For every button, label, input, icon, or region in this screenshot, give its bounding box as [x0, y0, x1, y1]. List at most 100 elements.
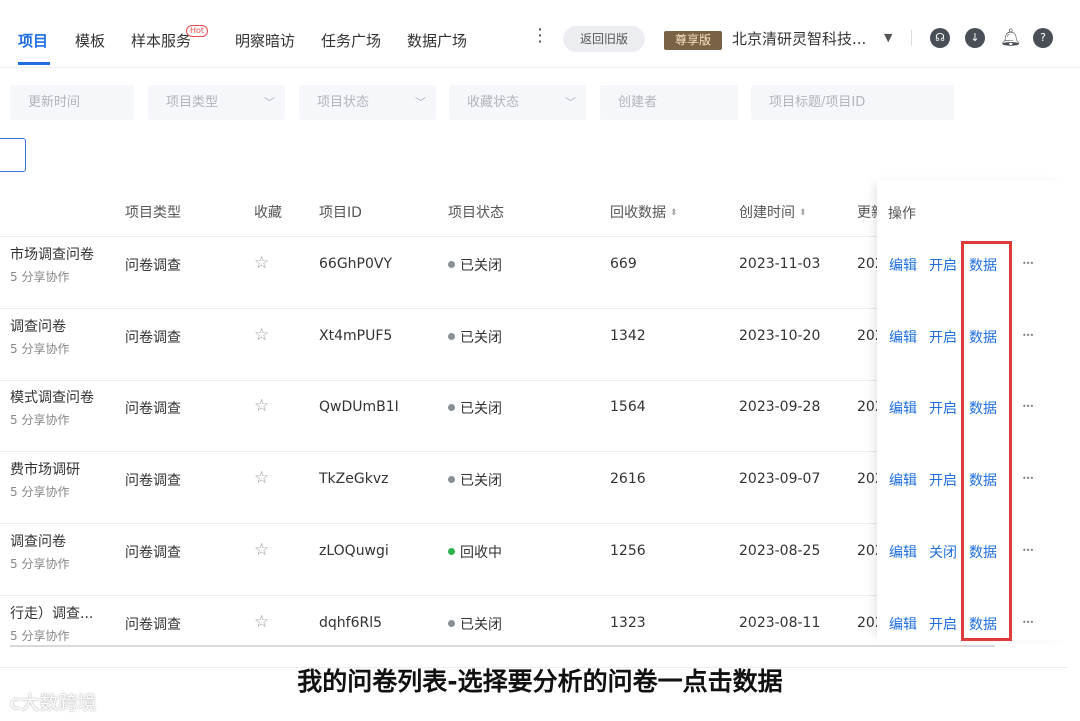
status-text: 已关闭 — [460, 617, 502, 633]
toggle-link[interactable]: 关闭 — [929, 542, 957, 562]
help-icon[interactable]: ? — [1033, 28, 1053, 48]
collected-count: 1564 — [610, 399, 646, 415]
company-selector[interactable]: 北京清研灵智科技... — [732, 28, 866, 49]
old-version-button[interactable]: 返回旧版 — [563, 26, 645, 52]
project-title[interactable]: 调查问卷 — [10, 316, 66, 336]
more-horizontal-icon[interactable]: ••• — [1022, 331, 1034, 340]
project-id: dqhf6Rl5 — [319, 615, 383, 631]
project-status-select[interactable]: 项目状态 ﹀ — [299, 85, 436, 120]
edit-link[interactable]: 编辑 — [889, 470, 917, 490]
th-collect: 收藏 — [254, 205, 282, 221]
chevron-down-icon: ﹀ — [415, 96, 426, 109]
nav-tab-mystery-visit[interactable]: 明察暗访 — [235, 30, 295, 51]
caret-down-icon[interactable]: ▼ — [884, 31, 892, 44]
sort-icon[interactable]: ⬍ — [670, 208, 678, 218]
created-date: 2023-11-03 — [739, 256, 821, 272]
headset-icon[interactable]: ☊ — [930, 28, 950, 48]
share-collab-label: 5 分享协作 — [10, 270, 70, 284]
status-dot-icon — [448, 620, 455, 627]
updated-date: 202 — [857, 543, 877, 559]
created-date: 2023-10-20 — [739, 328, 821, 344]
status-dot-icon — [448, 404, 455, 411]
star-icon[interactable]: ☆ — [254, 468, 269, 488]
nav-tab-projects[interactable]: 项目 — [18, 30, 48, 51]
caption: 我的问卷列表-选择要分析的问卷一点击数据 — [297, 667, 783, 696]
download-icon[interactable]: ↓ — [965, 28, 985, 48]
chevron-down-icon: ﹀ — [264, 96, 275, 109]
nav-tab-templates[interactable]: 模板 — [75, 30, 105, 51]
more-horizontal-icon[interactable]: ••• — [1022, 259, 1034, 268]
edit-link[interactable]: 编辑 — [889, 327, 917, 347]
updated-date: 202 — [857, 328, 877, 344]
active-tab-underline — [18, 62, 50, 65]
project-id: TkZeGkvz — [319, 471, 389, 487]
status-text: 已关闭 — [460, 473, 502, 489]
status-dot-icon — [448, 261, 455, 268]
th-collected-data-label: 回收数据 — [610, 205, 666, 221]
update-time-filter[interactable]: 更新时间 — [10, 85, 134, 120]
more-vertical-icon[interactable]: ⋮ — [531, 27, 549, 45]
status-dot-icon — [448, 476, 455, 483]
star-icon[interactable]: ☆ — [254, 325, 269, 345]
status-badge: 回收中 — [448, 542, 502, 562]
share-collab-label: 5 分享协作 — [10, 629, 70, 643]
th-collected-data[interactable]: 回收数据 ⬍ — [610, 202, 678, 222]
toggle-link[interactable]: 开启 — [929, 327, 957, 347]
title-search-input[interactable]: 项目标题/项目ID — [751, 85, 954, 120]
th-project-status: 项目状态 — [448, 205, 504, 221]
project-title[interactable]: 费市场调研 — [10, 459, 80, 479]
project-title[interactable]: 调查问卷 — [10, 531, 66, 551]
edit-link[interactable]: 编辑 — [889, 398, 917, 418]
status-badge: 已关闭 — [448, 327, 502, 347]
toggle-link[interactable]: 开启 — [929, 398, 957, 418]
more-horizontal-icon[interactable]: ••• — [1022, 546, 1034, 555]
project-id: 66GhP0VY — [319, 256, 393, 272]
toggle-link[interactable]: 开启 — [929, 470, 957, 490]
collected-count: 1256 — [610, 543, 646, 559]
creator-input-placeholder: 创建者 — [618, 95, 658, 110]
share-collab-label: 5 分享协作 — [10, 485, 70, 499]
nav-tab-data-square[interactable]: 数据广场 — [407, 30, 467, 51]
th-project-type: 项目类型 — [125, 205, 181, 221]
edit-link[interactable]: 编辑 — [889, 614, 917, 634]
star-icon[interactable]: ☆ — [254, 396, 269, 416]
status-text: 已关闭 — [460, 330, 502, 346]
edit-link[interactable]: 编辑 — [889, 255, 917, 275]
more-horizontal-icon[interactable]: ••• — [1022, 618, 1034, 627]
share-collab-label: 5 分享协作 — [10, 413, 70, 427]
star-icon[interactable]: ☆ — [254, 540, 269, 560]
project-title[interactable]: 模式调查问卷 — [10, 387, 94, 407]
star-icon[interactable]: ☆ — [254, 253, 269, 273]
th-actions: 操作 — [888, 206, 916, 222]
creator-input[interactable]: 创建者 — [600, 85, 738, 120]
project-title[interactable]: 行走）调查... — [10, 603, 93, 623]
status-text: 已关闭 — [460, 258, 502, 274]
collect-status-select[interactable]: 收藏状态 ﹀ — [449, 85, 586, 120]
sort-icon[interactable]: ⬍ — [799, 208, 807, 218]
nav-tab-task-square[interactable]: 任务广场 — [321, 30, 381, 51]
project-type: 问卷调查 — [125, 258, 181, 274]
project-type: 问卷调查 — [125, 617, 181, 633]
project-title[interactable]: 市场调查问卷 — [10, 244, 94, 264]
toggle-link[interactable]: 开启 — [929, 614, 957, 634]
project-type-select[interactable]: 项目类型 ﹀ — [148, 85, 285, 120]
project-type: 问卷调查 — [125, 473, 181, 489]
project-id: zLOQuwgi — [319, 543, 389, 559]
action-button-partial[interactable] — [0, 138, 26, 172]
edit-link[interactable]: 编辑 — [889, 542, 917, 562]
more-horizontal-icon[interactable]: ••• — [1022, 402, 1034, 411]
th-created-time[interactable]: 创建时间 ⬍ — [739, 202, 807, 222]
horizontal-scrollbar[interactable] — [10, 645, 995, 647]
project-type: 问卷调查 — [125, 401, 181, 417]
project-id: Xt4mPUF5 — [319, 328, 393, 344]
bell-icon[interactable]: 🔔︎ — [1000, 28, 1022, 48]
collected-count: 1323 — [610, 615, 646, 631]
more-horizontal-icon[interactable]: ••• — [1022, 474, 1034, 483]
star-icon[interactable]: ☆ — [254, 612, 269, 632]
watermark: ᴄ大数跨境 — [10, 692, 97, 714]
top-nav: 项目 模板 样本服务 Hot 明察暗访 任务广场 数据广场 ⋮ 返回旧版 尊享版… — [0, 0, 1080, 68]
toggle-link[interactable]: 开启 — [929, 255, 957, 275]
status-badge: 已关闭 — [448, 255, 502, 275]
chevron-down-icon: ﹀ — [565, 96, 576, 109]
nav-tab-sample-service[interactable]: 样本服务 — [131, 30, 191, 51]
